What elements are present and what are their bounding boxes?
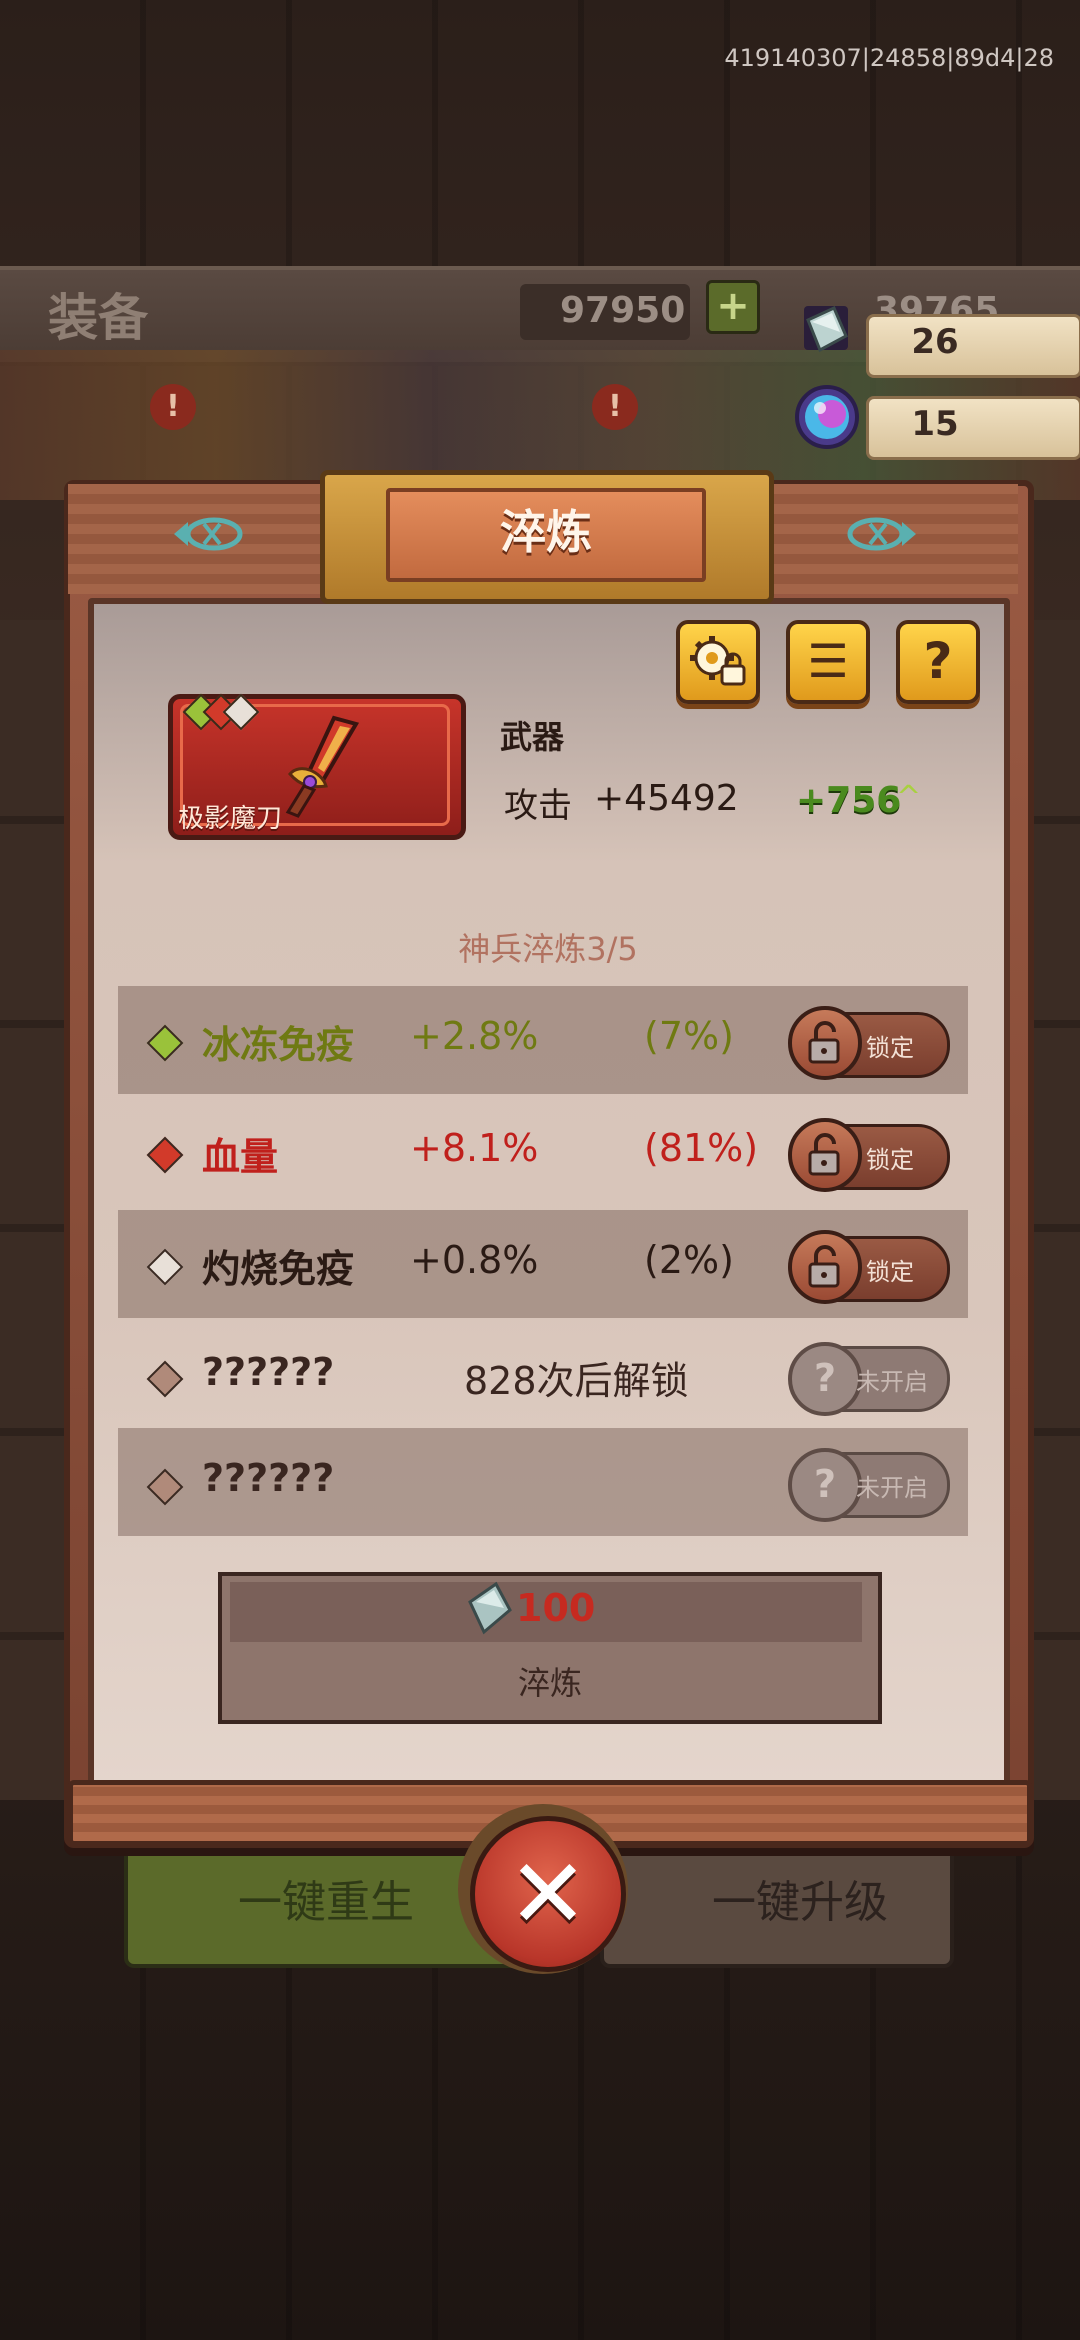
- background-alert-icon: !: [592, 384, 638, 430]
- attribute-name: 灼烧免疫: [202, 1247, 355, 1291]
- chevron-up-icon: ^: [896, 780, 922, 815]
- refine-button-label[interactable]: 淬炼: [218, 1658, 882, 1704]
- crystal-count: 26: [911, 322, 959, 362]
- question-icon: ?: [788, 1342, 862, 1416]
- list-menu-button[interactable]: ☰: [786, 620, 870, 704]
- gear-lock-icon: [690, 636, 746, 686]
- attribute-percent: (2%): [644, 1238, 734, 1282]
- item-name: 极影魔刀: [178, 804, 283, 834]
- background-screen-title: 装备: [48, 289, 148, 347]
- attribute-name: 血量: [202, 1135, 279, 1179]
- background-upgrade-label: 一键升级: [712, 1877, 888, 1928]
- background-resource-left: 97950: [560, 290, 686, 331]
- lock-button-label[interactable]: 锁定: [866, 1028, 914, 1063]
- lock-button-label[interactable]: 锁定: [866, 1140, 914, 1175]
- attribute-name: ??????: [202, 1456, 335, 1500]
- attribute-percent: (7%): [644, 1014, 734, 1058]
- stat-name: 攻击: [504, 786, 572, 826]
- stat-bonus: +756: [796, 780, 902, 821]
- crystal-icon: [804, 305, 848, 353]
- question-icon: ?: [788, 1448, 862, 1522]
- unlocked-padlock-icon[interactable]: [788, 1118, 862, 1192]
- attribute-percent: (81%): [644, 1126, 759, 1170]
- background-add-button: +: [706, 280, 760, 334]
- gem-count: 15: [911, 404, 959, 444]
- stat-value: +45492: [594, 778, 739, 819]
- orb-gem-icon: [795, 385, 859, 449]
- attribute-name: 冰冻免疫: [202, 1023, 355, 1067]
- unlocked-padlock-icon[interactable]: [788, 1230, 862, 1304]
- attribute-value: +8.1%: [410, 1126, 539, 1170]
- not-open-label: 未开启: [856, 1368, 928, 1396]
- not-open-label: 未开启: [856, 1474, 928, 1502]
- crystal-icon: [468, 1581, 512, 1635]
- refine-progress-label: 神兵淬炼3/5: [458, 930, 638, 968]
- attribute-name: ??????: [202, 1350, 335, 1394]
- fish-emblem-icon: [847, 517, 916, 551]
- attribute-value: +0.8%: [410, 1238, 539, 1282]
- refine-cost: 100: [516, 1586, 596, 1630]
- fish-emblem-icon: [174, 517, 243, 551]
- modal-title: 淬炼: [500, 505, 592, 559]
- unlock-requirement: 828次后解锁: [464, 1359, 689, 1403]
- background-alert-icon: !: [150, 384, 196, 430]
- help-button[interactable]: ?: [896, 620, 980, 704]
- lock-settings-button[interactable]: [676, 620, 760, 704]
- unlocked-padlock-icon[interactable]: [788, 1006, 862, 1080]
- attribute-value: +2.8%: [410, 1014, 539, 1058]
- close-icon[interactable]: ✕: [470, 1816, 626, 1972]
- lock-button-label[interactable]: 锁定: [866, 1252, 914, 1287]
- debug-id-text: 419140307|24858|89d4|28: [724, 44, 1054, 72]
- item-type: 武器: [500, 718, 565, 756]
